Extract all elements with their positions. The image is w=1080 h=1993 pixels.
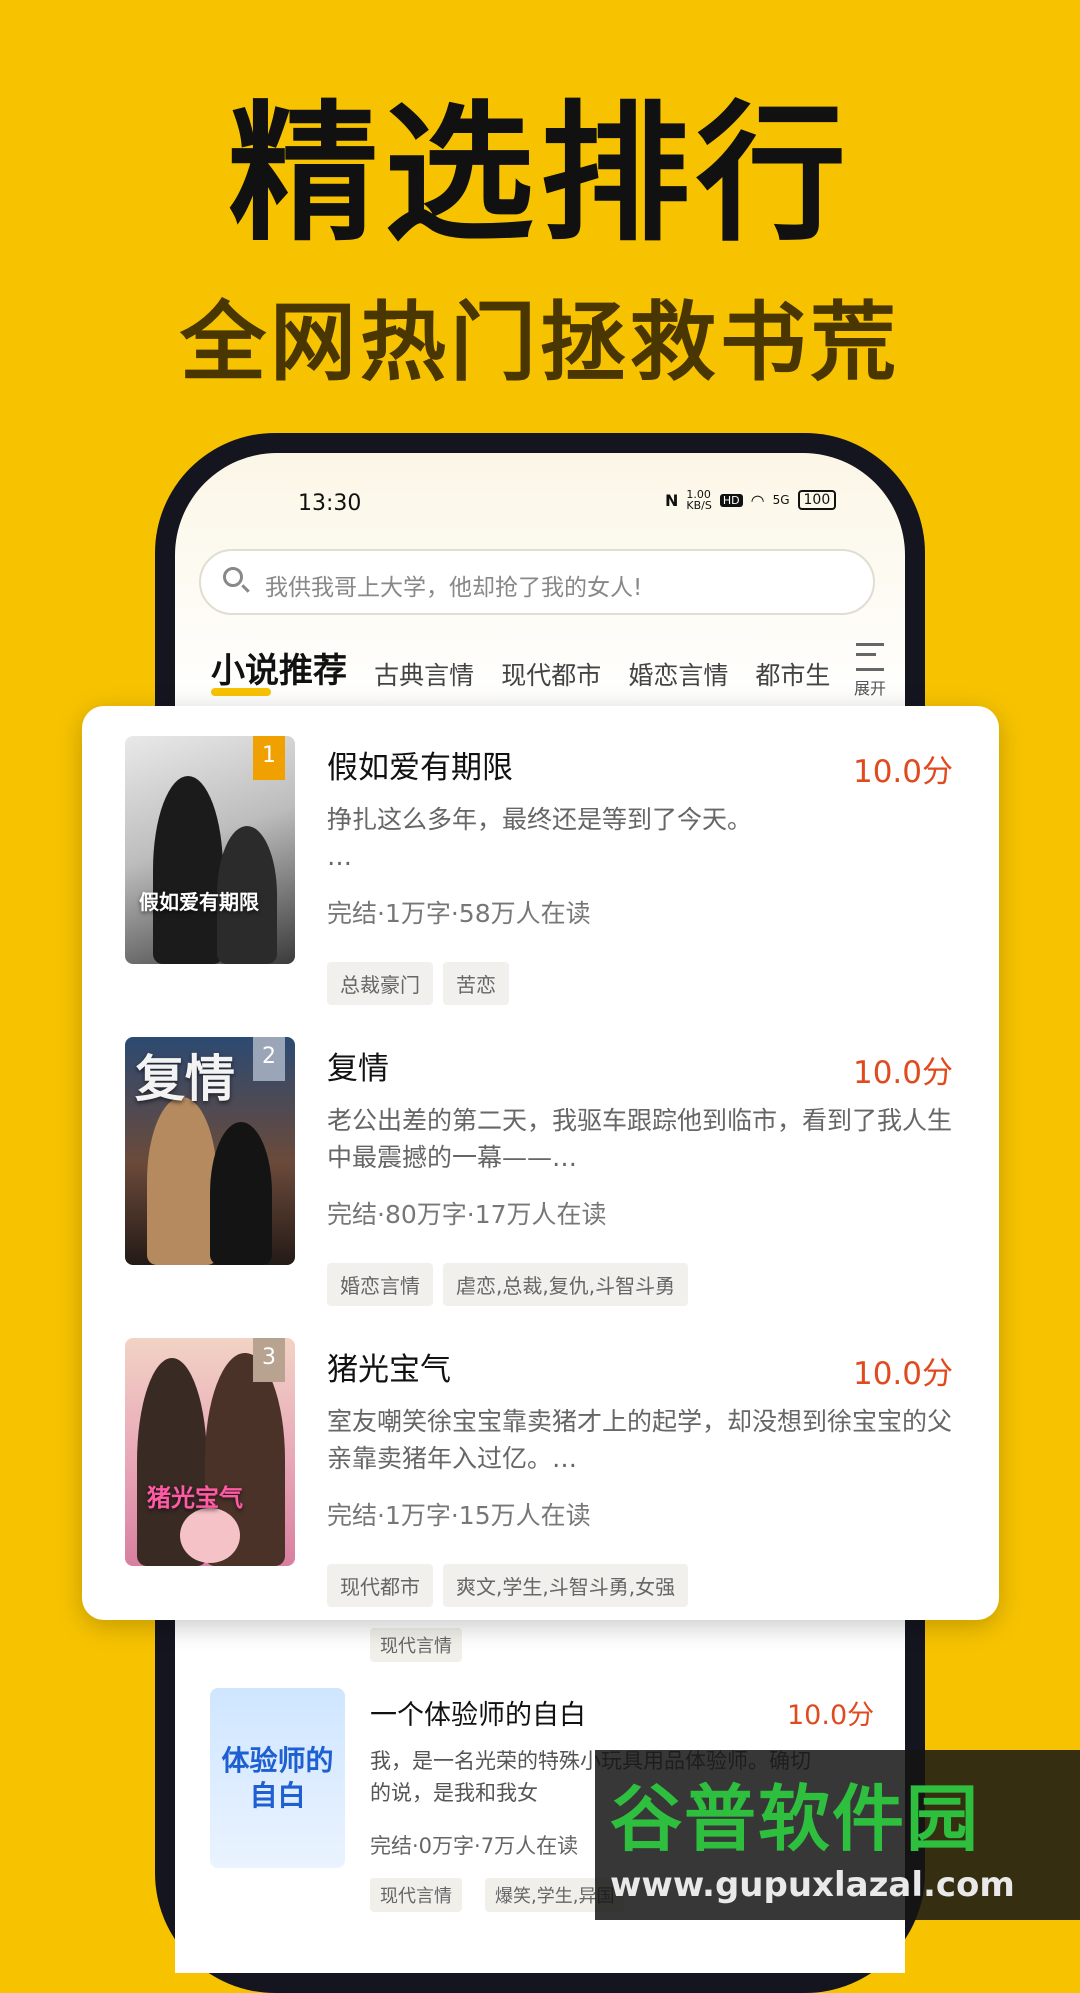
expand-button[interactable]: 展开 — [850, 643, 890, 699]
cover-title: 猪光宝气 — [147, 1484, 243, 1512]
book-tag[interactable]: 爽文,学生,斗智斗勇,女强 — [443, 1564, 689, 1607]
book-score: 10.0分 — [852, 754, 953, 790]
cover-figure — [180, 1508, 240, 1563]
book-cover[interactable]: 猪光宝气 3 — [125, 1338, 295, 1566]
book-cover[interactable]: 假如爱有期限 1 — [125, 736, 295, 964]
book-tag[interactable]: 苦恋 — [443, 962, 509, 1005]
wifi-icon: ◠ — [750, 490, 765, 510]
book-desc: 挣扎这么多年，最终还是等到了今天。 … — [327, 805, 753, 871]
cover-figure — [147, 1097, 217, 1265]
cover-title: 复情 — [135, 1050, 235, 1108]
cover-figure — [210, 1122, 272, 1265]
status-time: 13:30 — [298, 491, 362, 516]
cover-figure — [153, 776, 223, 964]
ranking-item[interactable]: 猪光宝气 3 猪光宝气 10.0分 室友嘲笑徐宝宝靠卖猪才上的起学，却没想到徐宝… — [82, 1308, 999, 1608]
book-score: 10.0分 — [787, 1700, 875, 1731]
tab-city-life[interactable]: 都市生 — [755, 656, 830, 692]
book-score: 10.0分 — [852, 1356, 953, 1392]
book-meta: 完结·1万字·58万人在读 — [327, 899, 591, 928]
book-tag[interactable]: 虐恋,总裁,复仇,斗智斗勇 — [443, 1263, 689, 1306]
cover-title: 体验师的自白 — [221, 1744, 334, 1812]
book-desc: 老公出差的第二天，我驱车跟踪他到临市，看到了我人生中最震撼的一幕——… — [327, 1106, 953, 1172]
filter-icon — [856, 643, 884, 671]
book-tags: 婚恋言情 虐恋,总裁,复仇,斗智斗勇 — [327, 1263, 689, 1306]
book-desc: 室友嘲笑徐宝宝靠卖猪才上的起学，却没想到徐宝宝的父亲靠卖猪年入过亿。… — [327, 1407, 953, 1473]
book-title[interactable]: 猪光宝气 — [327, 1344, 451, 1389]
search-placeholder: 我供我哥上大学，他却抢了我的女人! — [265, 575, 643, 601]
watermark-url: www.gupuxlazal.com — [610, 1865, 1015, 1905]
book-score: 10.0分 — [852, 1055, 953, 1091]
ranking-item[interactable]: 复情 2 复情 10.0分 老公出差的第二天，我驱车跟踪他到临市，看到了我人生中… — [82, 1007, 999, 1307]
book-tags: 总裁豪门 苦恋 — [327, 962, 509, 1005]
rank-badge: 1 — [253, 736, 285, 780]
book-meta: 完结·0万字·7万人在读 — [370, 1834, 579, 1858]
net-speed: 1.00 KB/S — [686, 488, 712, 512]
book-title[interactable]: 复情 — [327, 1043, 389, 1088]
tab-novel-recommend[interactable]: 小说推荐 — [211, 643, 347, 696]
tab-marriage-romance[interactable]: 婚恋言情 — [628, 656, 728, 692]
book-title[interactable]: 假如爱有期限 — [327, 742, 513, 787]
rank-badge: 2 — [253, 1037, 285, 1081]
watermark-brand: 谷普软件园 — [610, 1777, 981, 1861]
subline: 全网热门拯救书荒 — [180, 293, 900, 393]
watermark: 谷普软件园 www.gupuxlazal.com — [595, 1750, 1080, 1920]
tab-modern-city[interactable]: 现代都市 — [501, 656, 601, 692]
book-tag[interactable]: 总裁豪门 — [327, 962, 433, 1005]
tab-classical-romance[interactable]: 古典言情 — [374, 656, 474, 692]
signal-icon: 5G — [772, 493, 790, 507]
expand-label: 展开 — [853, 679, 886, 698]
rank-badge: 3 — [253, 1338, 285, 1382]
book-meta: 完结·1万字·15万人在读 — [327, 1501, 591, 1530]
hd-icon: HD — [719, 493, 743, 507]
search-bar[interactable]: 我供我哥上大学，他却抢了我的女人! — [199, 549, 875, 615]
book-tag[interactable]: 婚恋言情 — [327, 1263, 433, 1306]
book-cover[interactable]: 复情 2 — [125, 1037, 295, 1265]
book-tags: 现代都市 爽文,学生,斗智斗勇,女强 — [327, 1564, 689, 1607]
ranking-card: 假如爱有期限 1 假如爱有期限 10.0分 挣扎这么多年，最终还是等到了今天。 … — [82, 706, 999, 1620]
ranking-item[interactable]: 假如爱有期限 1 假如爱有期限 10.0分 挣扎这么多年，最终还是等到了今天。 … — [82, 706, 999, 1006]
peek-tag: 现代言情 — [370, 1628, 462, 1662]
status-icons: N 1.00 KB/S HD ◠ 5G 100 — [665, 488, 837, 512]
cover-title: 假如爱有期限 — [139, 890, 259, 914]
battery-icon: 100 — [797, 490, 837, 510]
category-tabs: 小说推荐 古典言情 现代都市 婚恋言情 都市生 — [211, 643, 851, 713]
book-cover[interactable]: 体验师的自白 — [210, 1688, 345, 1868]
book-title[interactable]: 一个体验师的自白 — [370, 1693, 586, 1732]
book-tag[interactable]: 现代都市 — [327, 1564, 433, 1607]
book-tag: 现代言情 — [370, 1878, 462, 1912]
nfc-icon: N — [665, 490, 679, 510]
headline: 精选排行 — [227, 88, 852, 262]
search-icon — [223, 567, 243, 587]
book-meta: 完结·80万字·17万人在读 — [327, 1200, 607, 1229]
